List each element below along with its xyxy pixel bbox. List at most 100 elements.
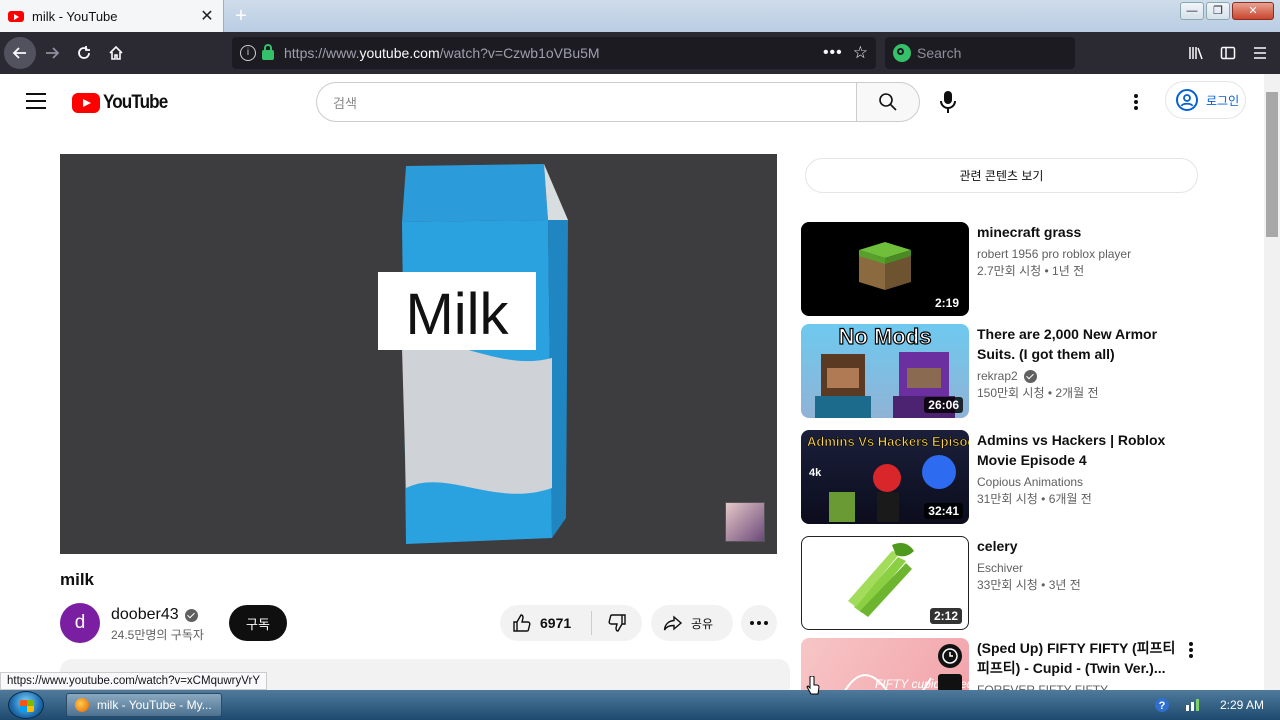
recommendation-item[interactable]: 2:12 celery Eschiver 33만회 시청 • 3년 전 [801,536,1201,630]
video-thumbnail[interactable]: Admins Vs Hackers Episode 4 4k 32:41 [801,430,969,524]
taskbar-item-label: milk - YouTube - My... [97,698,212,712]
search-icon [879,93,897,111]
reload-icon [78,46,90,59]
address-text[interactable]: https://www.youtube.com/watch?v=Czwb1oVB… [284,45,823,61]
lock-icon[interactable] [262,44,274,60]
bookmark-star-icon[interactable]: ☆ [853,43,868,63]
video-meta: 2.7만회 시청 • 1년 전 [977,264,1085,278]
sidebar-button[interactable] [1212,37,1244,69]
channel-name[interactable]: Copious Animations [977,475,1083,489]
restore-button[interactable]: ❐ [1206,2,1230,20]
video-title[interactable]: Admins vs Hackers | Roblox Movie Episode… [977,430,1177,470]
start-button[interactable] [8,691,44,719]
channel-watermark[interactable] [725,502,765,542]
video-meta: 33만회 시청 • 3년 전 [977,578,1081,592]
thumbs-up-icon [513,614,531,632]
page-actions-button[interactable]: ••• [823,44,843,62]
thumbs-down-icon [608,614,626,632]
menu-button[interactable] [1244,37,1276,69]
account-circle-icon [1176,89,1198,111]
browser-search-placeholder: Search [917,45,962,61]
youtube-masthead: YouTube 검색 로그인 [0,74,1264,130]
network-icon[interactable] [1184,697,1200,713]
guide-menu-icon[interactable] [26,93,46,109]
youtube-logo[interactable]: YouTube [72,92,174,114]
toolbar-right [1180,37,1276,69]
reload-button[interactable] [68,37,100,69]
svg-text:?: ? [1159,700,1166,712]
back-button[interactable] [4,37,36,69]
scrollbar-thumb[interactable] [1266,92,1278,237]
browser-navigation-bar: i https://www.youtube.com/watch?v=Czwb1o… [0,32,1280,74]
channel-name[interactable]: Eschiver [977,561,1023,575]
library-icon [1189,47,1203,60]
item-menu-kebab-icon[interactable] [1183,640,1199,660]
new-tab-button[interactable]: + [230,5,252,27]
hamburger-menu-icon [1254,47,1266,59]
video-thumbnail[interactable]: 2:12 [801,536,969,630]
channel-avatar[interactable]: d [60,603,100,643]
close-window-button[interactable]: ✕ [1232,2,1274,20]
svg-text:4k: 4k [809,467,822,479]
youtube-play-icon [72,93,100,113]
sign-in-label: 로그인 [1206,93,1240,108]
like-count: 6971 [540,615,572,631]
microphone-icon[interactable] [938,90,958,114]
channel-name-row[interactable]: rekrap2 [977,369,1037,383]
like-dislike-segment: 6971 [500,605,642,641]
minimize-button[interactable]: — [1180,2,1204,20]
share-button[interactable]: 공유 [651,605,733,641]
site-info-icon[interactable]: i [240,45,256,61]
arrow-left-icon [12,47,26,59]
system-tray: ? 2:29 AM [1154,690,1280,720]
video-duration: 2:19 [930,295,963,311]
svg-text:Admins Vs Hackers Episode 4: Admins Vs Hackers Episode 4 [807,434,969,449]
address-bar[interactable]: i https://www.youtube.com/watch?v=Czwb1o… [232,37,876,69]
channel-name[interactable]: robert 1956 pro roblox player [977,247,1131,261]
library-button[interactable] [1180,37,1212,69]
tab-title: milk - YouTube [32,8,118,24]
video-title[interactable]: minecraft grass [977,222,1177,242]
browser-tab-active[interactable]: milk - YouTube ✕ [0,0,224,32]
channel-name[interactable]: doober43 [111,606,179,624]
video-title[interactable]: (Sped Up) FIFTY FIFTY (피프티 피프티) - Cupid … [977,638,1177,678]
home-button[interactable] [100,37,132,69]
settings-kebab-icon[interactable] [1126,92,1146,112]
video-thumbnail[interactable]: 2:19 [801,222,969,316]
page-scrollbar[interactable] [1264,74,1280,690]
like-button[interactable]: 6971 [500,611,592,635]
windows-taskbar: milk - YouTube - My... ? 2:29 AM [0,690,1280,720]
share-label: 공유 [691,616,714,631]
system-clock[interactable]: 2:29 AM [1220,698,1264,712]
home-icon [109,45,123,60]
tab-close-icon[interactable]: ✕ [199,6,215,26]
search-button[interactable] [856,82,920,122]
dislike-button[interactable] [592,613,642,633]
arrow-right-icon [46,47,60,59]
search-input[interactable]: 검색 [316,82,857,122]
recommendation-item[interactable]: No Mods 26:06 There are 2,000 New Armor … [801,324,1201,418]
recommendation-item[interactable]: Admins Vs Hackers Episode 4 4k 32:41 Adm… [801,430,1201,524]
sign-in-button[interactable]: 로그인 [1165,81,1246,119]
subscribe-button[interactable]: 구독 [229,605,287,641]
channel-name-row[interactable]: doober43 [111,606,198,624]
browser-search-bar[interactable]: Search [885,37,1075,69]
related-chip-bar[interactable]: 관련 콘텐츠 보기 [805,158,1198,193]
more-actions-button[interactable] [741,605,777,641]
forward-button[interactable] [36,37,68,69]
sidebar-icon [1220,46,1236,60]
channel-name[interactable]: rekrap2 [977,369,1018,383]
video-title[interactable]: There are 2,000 New Armor Suits. (I got … [977,324,1177,364]
link-status-url: https://www.youtube.com/watch?v=xCMquwry… [0,672,267,690]
video-player[interactable]: Milk [60,154,777,554]
milk-carton-frame: Milk [378,164,568,544]
video-duration: 32:41 [924,503,963,519]
recommendation-item[interactable]: 2:19 minecraft grass robert 1956 pro rob… [801,222,1201,316]
help-icon[interactable]: ? [1154,697,1170,713]
share-arrow-icon [663,615,683,631]
video-thumbnail[interactable]: No Mods 26:06 [801,324,969,418]
video-duration: 2:12 [929,608,962,624]
video-title[interactable]: celery [977,536,1177,556]
carton-label: Milk [405,282,509,347]
taskbar-item-firefox[interactable]: milk - YouTube - My... [66,693,222,717]
